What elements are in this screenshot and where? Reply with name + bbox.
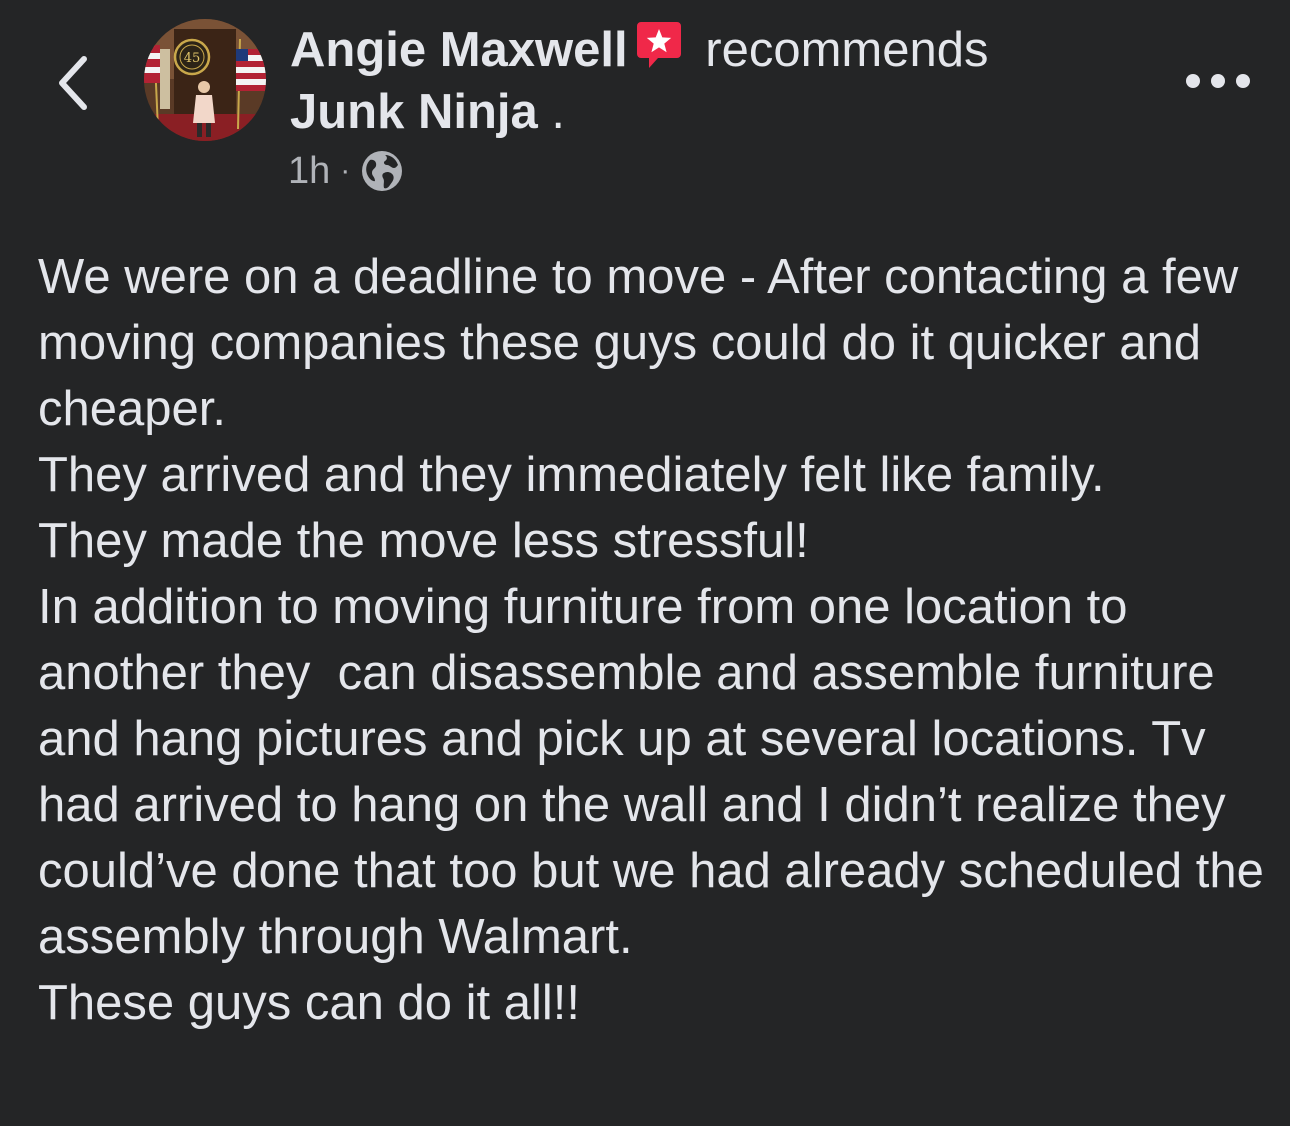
- more-horizontal-icon-dot: [1236, 74, 1250, 88]
- globe-icon[interactable]: [360, 149, 404, 193]
- post-paragraph: In addition to moving furniture from one…: [38, 580, 1278, 964]
- post-paragraph: They arrived and they immediately felt l…: [38, 448, 1105, 502]
- post-body: We were on a deadline to move - After co…: [38, 244, 1268, 1036]
- recommendation-star-icon: [636, 20, 682, 83]
- timestamp[interactable]: 1h: [288, 150, 330, 193]
- post-meta: 1h ·: [288, 148, 404, 194]
- more-options-button[interactable]: [1186, 66, 1250, 96]
- author-name[interactable]: Angie Maxwell: [290, 23, 628, 77]
- page-name-link[interactable]: Junk Ninja: [290, 85, 538, 139]
- avatar[interactable]: 45: [144, 19, 266, 141]
- page-suffix: .: [537, 85, 566, 139]
- post-header: 45 Angie Maxwell recommends Junk Ninja .…: [0, 0, 1290, 210]
- meta-separator: ·: [340, 154, 351, 187]
- more-horizontal-icon-dot: [1186, 74, 1200, 88]
- header-title-line-2: Junk Ninja .: [290, 83, 565, 141]
- post-paragraph: They made the move less stressful!: [38, 514, 809, 568]
- action-text: recommends: [705, 23, 989, 77]
- more-horizontal-icon-dot: [1211, 74, 1225, 88]
- header-title-line: Angie Maxwell recommends: [290, 20, 988, 83]
- chevron-left-icon: [59, 56, 87, 110]
- post-paragraph: These guys can do it all!!: [38, 976, 581, 1030]
- avatar-image: 45: [144, 19, 266, 141]
- post-paragraph: We were on a deadline to move - After co…: [38, 250, 1252, 436]
- svg-text:45: 45: [184, 51, 201, 66]
- back-button[interactable]: [44, 48, 104, 118]
